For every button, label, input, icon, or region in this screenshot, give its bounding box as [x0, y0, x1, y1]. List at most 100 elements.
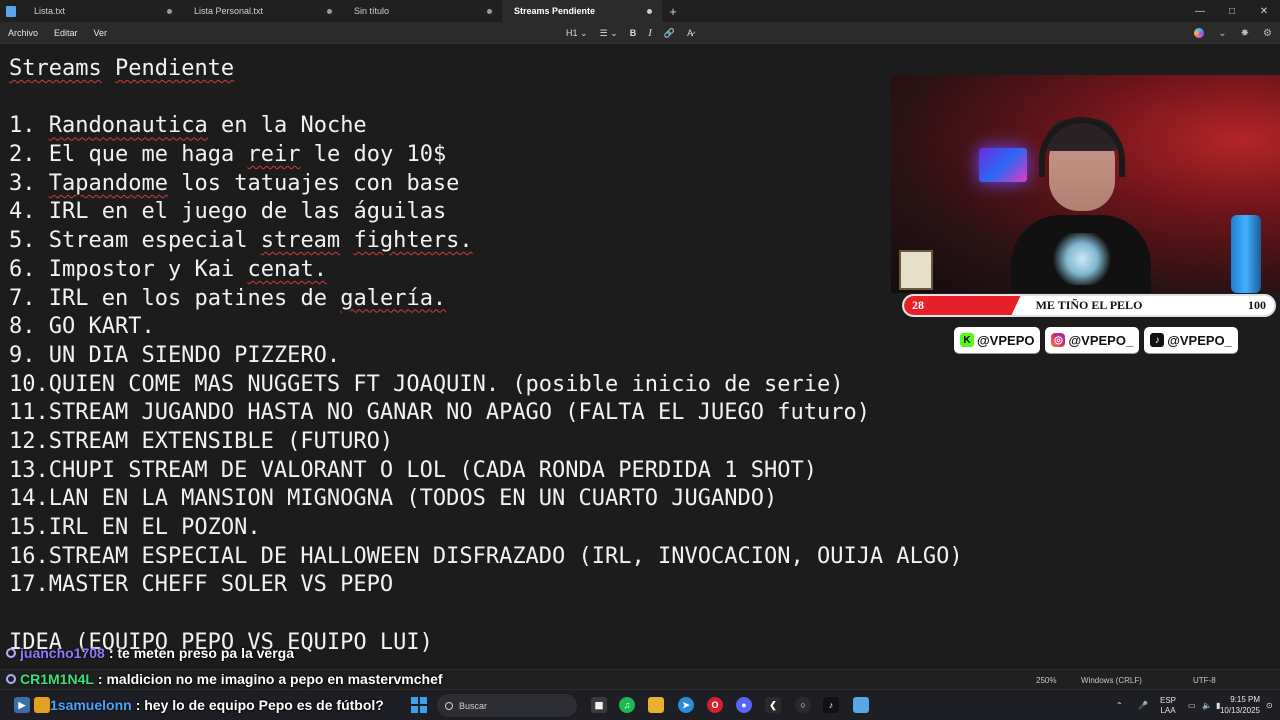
document-line[interactable]: 4. IRL en el juego de las águilas	[9, 198, 963, 227]
encoding[interactable]: UTF-8	[1193, 676, 1216, 685]
tab-sin-titulo[interactable]: Sin título	[342, 0, 502, 22]
network-icon[interactable]: ▭	[1188, 690, 1196, 720]
list-icon: ☰	[599, 27, 608, 38]
tab-label: Sin título	[354, 6, 390, 16]
background-poster	[899, 250, 933, 290]
chevron-down-icon: ⌄	[610, 27, 618, 38]
instagram-icon: ◎	[1051, 333, 1066, 347]
minimize-icon[interactable]: —	[1184, 0, 1216, 22]
ai-icon[interactable]: ✸	[1241, 28, 1249, 39]
taskbar-app-icon[interactable]	[34, 697, 50, 713]
start-button[interactable]	[411, 697, 427, 713]
file-explorer-icon[interactable]	[648, 697, 664, 713]
document-line[interactable]: 16.STREAM ESPECIAL DE HALLOWEEN DISFRAZA…	[9, 543, 963, 572]
unsaved-dot-icon	[327, 8, 332, 14]
kick-handle: @VPEPO	[977, 332, 1035, 348]
discord-icon[interactable]: ●	[736, 697, 752, 713]
document-line[interactable]: 6. Impostor y Kai cenat.	[9, 256, 963, 285]
document-line[interactable]: 10.QUIEN COME MAS NUGGETS FT JOAQUIN. (p…	[9, 371, 963, 400]
menu-file[interactable]: Archivo	[0, 28, 46, 38]
document-line[interactable]: 17.MASTER CHEFF SOLER VS PEPO	[9, 571, 963, 600]
document-line[interactable]: 13.CHUPI STREAM DE VALORANT O LOL (CADA …	[9, 457, 963, 486]
line-ending[interactable]: Windows (CRLF)	[1081, 676, 1142, 685]
chat-username: CR1M1N4L	[20, 671, 94, 687]
chat-username: juancho1708	[20, 645, 105, 661]
opera-icon[interactable]: O	[707, 697, 723, 713]
document-line[interactable]: 8. GO KART.	[9, 313, 963, 342]
spotify-icon[interactable]: ♫	[619, 697, 635, 713]
notifications-icon[interactable]: ⊙	[1266, 690, 1273, 720]
tiktok-badge: ♪ @VPEPO_	[1144, 327, 1238, 353]
link-button[interactable]: 🔗	[664, 28, 675, 39]
instagram-badge: ◎ @VPEPO_	[1045, 327, 1140, 353]
document-line[interactable]: 3. Tapandome los tatuajes con base	[9, 170, 963, 199]
menu-edit[interactable]: Editar	[46, 28, 86, 38]
instagram-handle: @VPEPO_	[1068, 332, 1134, 348]
tiktok-app-icon[interactable]: ♪	[823, 697, 839, 713]
search-icon	[445, 701, 453, 710]
tab-lista-personal[interactable]: Lista Personal.txt	[182, 0, 342, 22]
document-line[interactable]: Streams Pendiente	[9, 55, 963, 84]
document-line[interactable]: 2. El que me haga reir le doy 10$	[9, 141, 963, 170]
document-line[interactable]: 5. Stream especial stream fighters.	[9, 227, 963, 256]
settings-gear-icon[interactable]: ⚙	[1263, 28, 1272, 39]
volume-icon[interactable]: 🔈	[1202, 690, 1212, 720]
document-line[interactable]	[9, 600, 963, 629]
notepad-app-icon	[0, 0, 22, 22]
document-line[interactable]: 15.IRL EN EL POZON.	[9, 514, 963, 543]
document-line[interactable]: 1. Randonautica en la Noche	[9, 112, 963, 141]
chevron-down-icon: ⌄	[580, 27, 588, 38]
heading-dropdown[interactable]: H1 ⌄	[566, 28, 588, 39]
document-text[interactable]: Streams Pendiente 1. Randonautica en la N…	[9, 55, 963, 657]
app-icon[interactable]: ❮	[765, 697, 781, 713]
tiktok-icon: ♪	[1150, 333, 1165, 347]
new-tab-button[interactable]: +	[662, 0, 684, 22]
tray-chevron-icon[interactable]: ⌃	[1116, 690, 1123, 720]
goal-bar: 28 ME TIÑO EL PELO 100	[902, 294, 1276, 317]
document-line[interactable]: 11.STREAM JUGANDO HASTA NO GANAR NO APAG…	[9, 399, 963, 428]
system-clock[interactable]: 9:15 PM 10/13/2025	[1220, 694, 1260, 716]
document-line[interactable]: 9. UN DIA SIENDO PIZZERO.	[9, 342, 963, 371]
window-controls: — □ ✕	[1184, 0, 1280, 22]
clock-time: 9:15 PM	[1230, 695, 1260, 704]
copilot-icon[interactable]	[1194, 28, 1205, 38]
format-toolbar: H1 ⌄ ☰ ⌄ B I 🔗 A̷	[566, 22, 693, 44]
chat-username: 1samuelonn	[50, 697, 132, 713]
chat-text: : maldicion no me imagino a pepo en mast…	[97, 671, 443, 687]
goal-target: 100	[1248, 298, 1266, 312]
document-line[interactable]: 7. IRL en los patines de galería.	[9, 285, 963, 314]
zoom-level[interactable]: 250%	[1036, 676, 1056, 685]
document-line[interactable]	[9, 84, 963, 113]
kick-icon: K	[960, 333, 974, 347]
language-code: ESP	[1160, 695, 1177, 705]
document-line[interactable]: 14.LAN EN LA MANSION MIGNOGNA (TODOS EN …	[9, 485, 963, 514]
language-indicator[interactable]: ESP LAA	[1160, 690, 1176, 720]
chat-message: juancho1708 : te meten preso pa la verga	[6, 645, 294, 661]
tiktok-handle: @VPEPO_	[1167, 332, 1232, 348]
italic-button[interactable]: I	[648, 27, 652, 39]
tab-streams-pendiente[interactable]: Streams Pendiente	[502, 0, 662, 22]
notepad-taskbar-icon[interactable]	[853, 697, 869, 713]
social-badges: K @VPEPO ◎ @VPEPO_ ♪ @VPEPO_	[954, 327, 1238, 353]
tab-label: Lista Personal.txt	[194, 6, 264, 16]
menu-view[interactable]: Ver	[86, 28, 116, 38]
chevron-down-icon[interactable]: ⌄	[1218, 28, 1226, 39]
maximize-icon[interactable]: □	[1216, 0, 1248, 22]
list-dropdown[interactable]: ☰ ⌄	[600, 28, 618, 39]
telegram-icon[interactable]: ➤	[678, 697, 694, 713]
chat-message: 1samuelonn : hey lo de equipo Pepo es de…	[50, 697, 384, 713]
bold-button[interactable]: B	[630, 28, 637, 38]
taskbar-search[interactable]: Buscar	[437, 694, 577, 717]
moderator-badge-icon	[6, 674, 16, 684]
taskbar-app-icon[interactable]: ▶	[14, 697, 30, 713]
shirt-print	[1053, 233, 1111, 285]
clear-format-button[interactable]: A̷	[687, 28, 693, 38]
obs-icon[interactable]: ○	[795, 697, 811, 713]
microphone-icon[interactable]: 🎤	[1138, 690, 1148, 720]
task-view-icon[interactable]: ▩	[591, 697, 607, 713]
keyboard-layout: LAA	[1160, 705, 1176, 715]
close-icon[interactable]: ✕	[1248, 0, 1280, 22]
tab-lista[interactable]: Lista.txt	[22, 0, 182, 22]
document-line[interactable]: 12.STREAM EXTENSIBLE (FUTURO)	[9, 428, 963, 457]
goal-title: ME TIÑO EL PELO	[1035, 298, 1143, 312]
